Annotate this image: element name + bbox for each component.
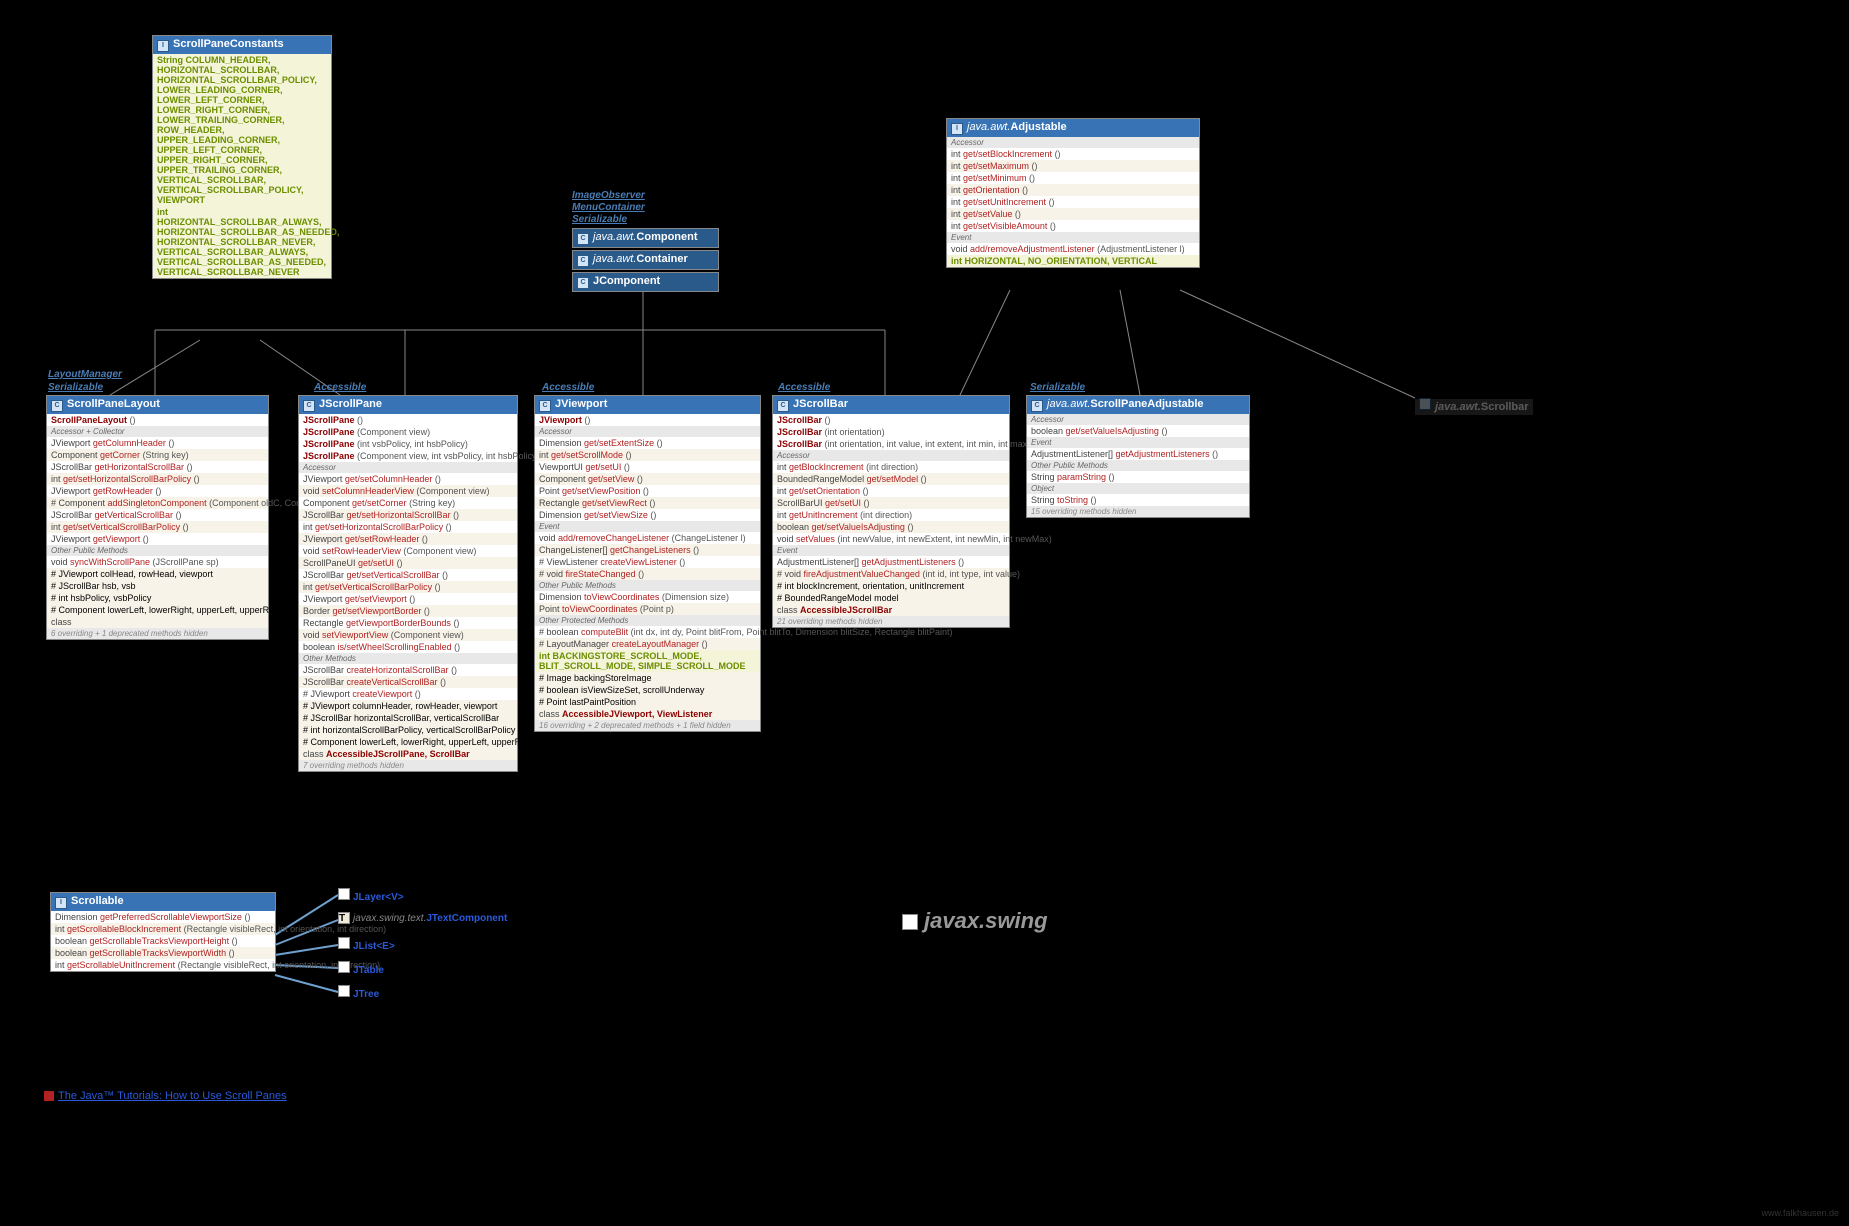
impl-JLayer[interactable]: JLayer<V> [338, 888, 404, 903]
tutorial-link[interactable]: The Java™ Tutorials: How to Use Scroll P… [44, 1090, 287, 1102]
class-JComponent: CJComponent [572, 272, 719, 292]
stereo-layoutmanager: LayoutManager [48, 369, 122, 380]
package-label: javax.swing [902, 908, 1048, 934]
stereo-imageobserver: ImageObserver [572, 190, 645, 201]
class-JViewport: CJViewport JViewport () Accessor Dimensi… [534, 395, 761, 732]
stereo-serializable2: Serializable [1030, 382, 1085, 393]
class-JScrollBar: CJScrollBar JScrollBar () JScrollBar (in… [772, 395, 1010, 628]
class-Scrollable: IScrollable Dimension getPreferredScroll… [50, 892, 276, 972]
stereo-accessible: Accessible [314, 382, 366, 393]
watermark: www.falkhausen.de [1761, 1208, 1839, 1218]
class-ScrollPaneConstants: IScrollPaneConstants String COLUMN_HEADE… [152, 35, 332, 279]
stereo-serializable3: Serializable [572, 214, 627, 225]
title: ScrollPaneConstants [173, 38, 284, 50]
class-ScrollPaneLayout: CScrollPaneLayout ScrollPaneLayout () Ac… [46, 395, 269, 640]
impl-JTable[interactable]: JTable [338, 961, 384, 976]
class-Scrollbar-ghost: java.awt.Scrollbar [1415, 398, 1533, 413]
class-Component: Cjava.awt.Component [572, 228, 719, 248]
class-JScrollPane: CJScrollPane JScrollPane () JScrollPane … [298, 395, 518, 772]
stereo-menucontainer: MenuContainer [572, 202, 645, 213]
impl-JTree[interactable]: JTree [338, 985, 379, 1000]
stereo-accessible3: Accessible [778, 382, 830, 393]
class-Adjustable: Ijava.awt.Adjustable Accessor int get/se… [946, 118, 1200, 268]
impl-JList[interactable]: JList<E> [338, 937, 395, 952]
class-Container: Cjava.awt.Container [572, 250, 719, 270]
stereo-accessible2: Accessible [542, 382, 594, 393]
stereo-serializable: Serializable [48, 382, 103, 393]
class-ScrollPaneAdjustable: Cjava.awt.ScrollPaneAdjustable Accessor … [1026, 395, 1250, 518]
impl-JTextComponent[interactable]: Tjavax.swing.text.JTextComponent [338, 912, 507, 924]
